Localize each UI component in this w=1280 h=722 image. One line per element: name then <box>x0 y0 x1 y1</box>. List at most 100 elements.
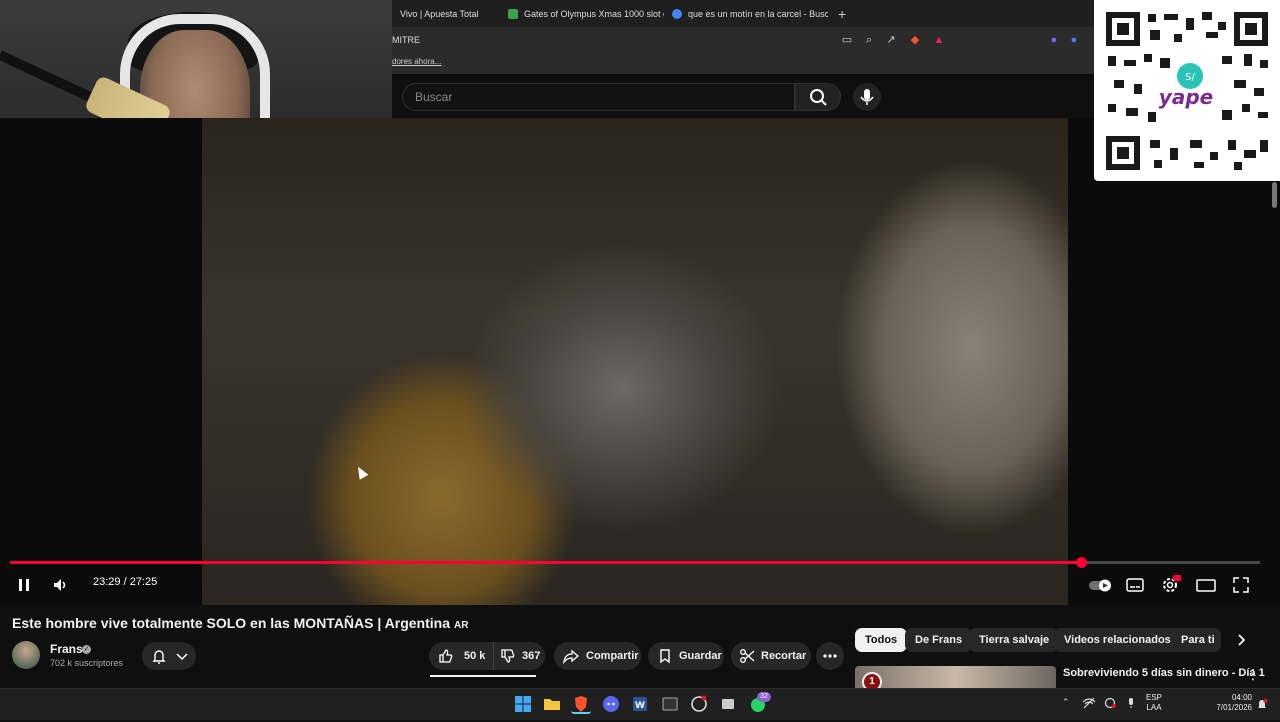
autoplay-toggle[interactable] <box>1088 574 1114 596</box>
chip-tierra-salvaje[interactable]: Tierra salvaje <box>969 628 1060 652</box>
voice-search-button[interactable] <box>853 83 881 111</box>
share-icon <box>563 649 580 664</box>
clip-button[interactable]: Recortar <box>731 642 811 670</box>
bookmark-link[interactable]: dores ahora... <box>392 57 441 66</box>
fullscreen-icon <box>1233 577 1249 593</box>
extension-icon[interactable]: ● <box>1047 33 1061 47</box>
thumbs-up-icon <box>439 649 453 663</box>
like-ratio-bar <box>430 675 536 677</box>
more-actions-button[interactable] <box>816 642 844 670</box>
scrollbar[interactable] <box>1272 182 1277 208</box>
video-frame[interactable] <box>202 118 1068 605</box>
search-input[interactable]: Buscar <box>402 83 795 111</box>
app-icon[interactable] <box>660 694 680 714</box>
notification-count-badge: 32 <box>757 692 771 702</box>
cast-icon[interactable]: ▭ <box>840 33 854 47</box>
search-placeholder: Buscar <box>415 90 453 104</box>
avatar[interactable] <box>12 641 40 669</box>
save-label: Guardar <box>679 650 722 662</box>
tab-label: que es un motín en la carcel - Buscar <box>688 8 828 19</box>
dislike-button[interactable]: 367 <box>493 642 545 670</box>
svg-text:W: W <box>635 701 645 711</box>
clock-time: 04:00 <box>1231 693 1252 702</box>
chevron-down-icon <box>176 653 188 661</box>
zoom-icon[interactable]: ⌕ <box>862 33 876 47</box>
volume-icon <box>54 579 66 591</box>
dislike-count: 367 <box>522 650 541 662</box>
save-button[interactable]: Guardar <box>648 642 724 670</box>
brave-rewards-icon[interactable]: ▲ <box>932 33 946 47</box>
chip-de-frans[interactable]: De Frans <box>905 628 973 652</box>
browser-tab-bar: Vivo | Apuesta Total Gates of Olympus Xm… <box>392 0 1094 27</box>
browser-tab[interactable]: que es un motín en la carcel - Buscar <box>664 0 828 27</box>
chevron-right-icon[interactable] <box>1230 628 1254 652</box>
bookmarks-bar: dores ahora... <box>392 52 1094 74</box>
fullscreen-button[interactable] <box>1230 574 1252 596</box>
more-vertical-icon[interactable]: ⋮ <box>1246 666 1260 683</box>
new-tab-button[interactable]: + <box>828 6 856 22</box>
app-icon[interactable] <box>718 694 738 714</box>
address-bar[interactable]: MITRE ▭ ⌕ ↗ ◆ ▲ ● ● <box>392 27 1094 52</box>
keyboard-layout: LAA <box>1146 703 1162 712</box>
file-explorer-icon[interactable] <box>542 694 562 714</box>
chip-para-ti[interactable]: Para ti <box>1171 628 1221 652</box>
qr-code-icon: S/ yape <box>1106 12 1268 170</box>
search-icon <box>810 89 827 106</box>
browser-tab[interactable]: Vivo | Apuesta Total <box>392 0 500 27</box>
notifications-button[interactable] <box>142 642 196 670</box>
theater-mode-button[interactable] <box>1195 574 1217 596</box>
channel-name[interactable]: Frans <box>50 642 83 656</box>
extension-icon[interactable]: ● <box>1067 33 1081 47</box>
chevron-up-icon[interactable]: ⌃ <box>1062 697 1070 708</box>
search-button[interactable] <box>795 83 841 111</box>
input-language[interactable]: ESP LAA <box>1146 693 1162 713</box>
theater-icon <box>1196 579 1216 592</box>
address-text: MITRE <box>392 34 420 45</box>
system-clock[interactable]: 04:00 7/01/2026 <box>1210 693 1252 713</box>
bookmark-icon <box>660 649 670 664</box>
microphone-icon <box>860 89 874 105</box>
brave-shields-icon[interactable]: ◆ <box>908 33 922 47</box>
share-icon[interactable]: ↗ <box>884 33 898 47</box>
more-horizontal-icon <box>823 654 837 658</box>
share-button[interactable]: Compartir <box>554 642 641 670</box>
time-display: 23:29 / 27:25 <box>93 576 158 588</box>
chip-todos[interactable]: Todos <box>855 628 908 652</box>
like-button[interactable]: 50 k <box>429 642 493 670</box>
pause-icon <box>19 579 29 591</box>
bell-icon <box>152 650 166 664</box>
autoplay-icon <box>1089 579 1111 592</box>
clock-date: 7/01/2026 <box>1216 703 1252 712</box>
volume-button[interactable] <box>50 574 70 596</box>
subscriber-count: 702 k suscriptores <box>50 658 124 668</box>
wifi-off-icon[interactable] <box>1082 696 1096 709</box>
discord-icon[interactable] <box>601 694 621 714</box>
brave-browser-icon[interactable] <box>571 694 591 714</box>
google-icon <box>672 8 682 19</box>
verified-icon: ✓ <box>82 645 91 654</box>
clip-label: Recortar <box>761 650 807 662</box>
sync-icon[interactable] <box>1103 696 1117 709</box>
chip-videos-relacionados[interactable]: Videos relacionados <box>1054 628 1181 652</box>
obs-icon[interactable] <box>689 694 709 714</box>
recommendation-thumbnail[interactable] <box>855 666 1056 688</box>
notification-bell-icon[interactable] <box>1256 697 1268 709</box>
tab-favicon-icon <box>508 8 518 19</box>
subtitles-button[interactable] <box>1124 574 1146 596</box>
tab-label: Gates of Olympus Xmas 1000 slot de <box>524 8 664 19</box>
microphone-icon[interactable] <box>1125 696 1137 708</box>
word-icon[interactable]: W <box>630 694 650 714</box>
recommendation-title[interactable]: Sobreviviendo 5 días sin dinero - Día 1 <box>1063 667 1265 679</box>
windows-start-icon[interactable] <box>513 694 533 714</box>
video-title: Este hombre vive totalmente SOLO en las … <box>12 615 468 631</box>
like-count: 50 k <box>464 650 486 662</box>
video-title-text: Este hombre vive totalmente SOLO en las … <box>12 615 450 631</box>
thumbs-down-icon <box>501 649 515 663</box>
country-badge: AR <box>454 620 469 631</box>
pause-button[interactable] <box>14 574 34 596</box>
browser-tab[interactable]: Gates of Olympus Xmas 1000 slot de <box>500 0 664 27</box>
progress-fill <box>10 561 1082 564</box>
subtitles-icon <box>1126 578 1144 592</box>
qr-symbol: S/ <box>1185 72 1195 83</box>
settings-button[interactable] <box>1159 574 1182 596</box>
